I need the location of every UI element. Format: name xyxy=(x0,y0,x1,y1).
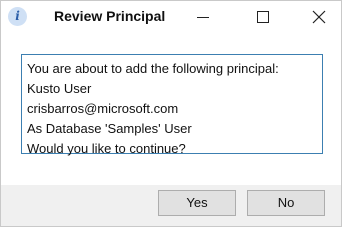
principal-email: crisbarros@microsoft.com xyxy=(27,101,179,116)
title-bar[interactable]: i Review Principal xyxy=(1,1,341,35)
dialog-content: You are about to add the following princ… xyxy=(1,35,341,185)
maximize-icon xyxy=(257,11,269,23)
principal-name: Kusto User xyxy=(27,81,92,96)
message-line: You are about to add the following princ… xyxy=(27,61,279,76)
confirm-question: Would you like to continue? xyxy=(27,141,186,156)
no-button[interactable]: No xyxy=(247,190,325,216)
dialog-title: Review Principal xyxy=(54,8,166,24)
minimize-icon xyxy=(197,17,209,18)
principal-role: As Database 'Samples' User xyxy=(27,121,192,136)
close-icon xyxy=(312,10,326,24)
yes-button[interactable]: Yes xyxy=(158,190,236,216)
review-principal-dialog: i Review Principal You are about to add … xyxy=(0,0,342,227)
close-button[interactable] xyxy=(297,1,342,35)
message-box: You are about to add the following princ… xyxy=(21,54,323,156)
maximize-button[interactable] xyxy=(241,1,287,35)
minimize-button[interactable] xyxy=(181,1,227,35)
info-icon: i xyxy=(8,7,27,26)
